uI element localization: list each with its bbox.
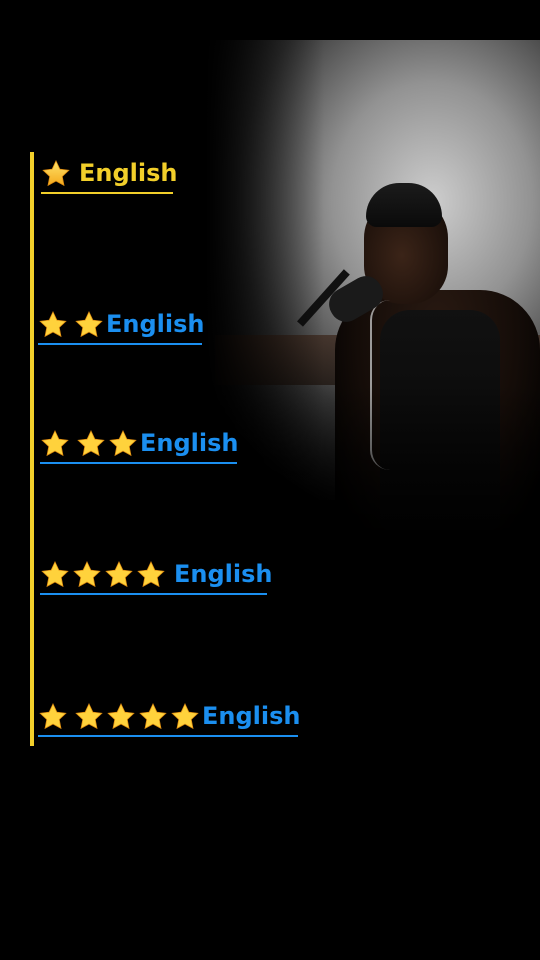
star-icon <box>108 429 138 459</box>
rating-level-4: English <box>40 560 272 590</box>
level-label: English <box>79 159 178 187</box>
star-icon <box>74 310 104 340</box>
level-underline <box>41 192 173 194</box>
star-icon <box>106 702 136 732</box>
level-label: English <box>106 310 205 338</box>
star-icon <box>138 702 168 732</box>
stars-group <box>38 310 106 340</box>
vignette <box>0 0 540 960</box>
star-icon <box>104 560 134 590</box>
rating-level-2: English <box>38 310 204 340</box>
video-background <box>0 0 540 960</box>
stars-group <box>38 702 202 732</box>
rating-rail <box>30 152 34 746</box>
star-icon <box>41 159 71 189</box>
star-icon <box>76 429 106 459</box>
star-icon <box>170 702 200 732</box>
star-icon <box>38 310 68 340</box>
star-icon <box>40 560 70 590</box>
stars-group <box>40 429 140 459</box>
level-underline <box>38 343 202 345</box>
level-label: English <box>140 429 239 457</box>
level-underline <box>40 593 267 595</box>
level-label: English <box>174 560 273 588</box>
rating-level-1: English <box>41 159 177 189</box>
rating-level-3: English <box>40 429 238 459</box>
star-icon <box>72 560 102 590</box>
star-icon <box>136 560 166 590</box>
level-underline <box>38 735 298 737</box>
rating-level-5: English <box>38 702 300 732</box>
level-underline <box>40 462 237 464</box>
star-icon <box>38 702 68 732</box>
stars-group <box>40 560 168 590</box>
stars-group <box>41 159 73 189</box>
level-label: English <box>202 702 301 730</box>
star-icon <box>40 429 70 459</box>
star-icon <box>74 702 104 732</box>
